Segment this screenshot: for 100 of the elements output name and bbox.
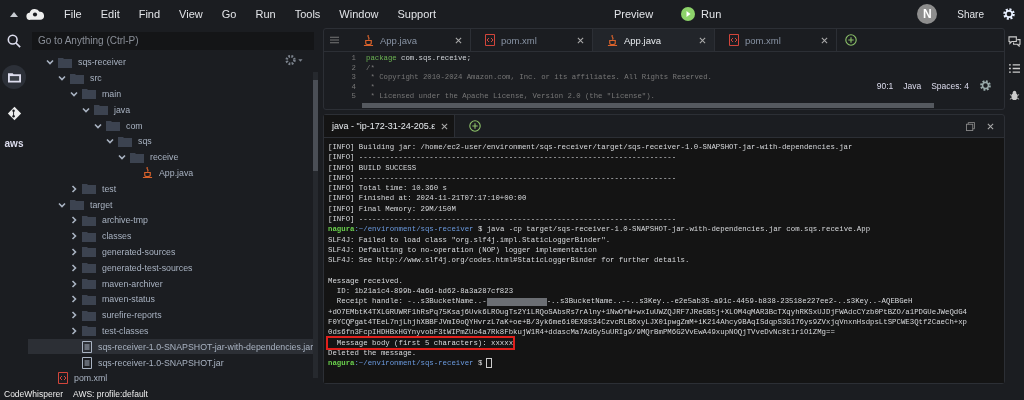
tree-item[interactable]: target xyxy=(28,197,309,213)
document-icon xyxy=(82,356,92,369)
coffee-cup-icon xyxy=(363,34,374,46)
folder-icon xyxy=(82,309,96,321)
folder-icon xyxy=(106,120,120,132)
menu-item[interactable]: Edit xyxy=(100,8,120,20)
chevron-right-icon[interactable] xyxy=(70,326,78,335)
menu-item[interactable]: Go xyxy=(221,8,237,20)
menu-icon[interactable] xyxy=(330,36,339,44)
run-button[interactable]: Run xyxy=(681,7,722,21)
chevron-right-icon[interactable] xyxy=(70,232,78,241)
chat-icon[interactable] xyxy=(1008,36,1021,47)
editor-tab[interactable]: App.java xyxy=(593,29,715,51)
folder-icon xyxy=(58,56,72,68)
play-icon xyxy=(681,7,696,21)
editor-tab[interactable]: App.java xyxy=(349,29,471,51)
folder-icon xyxy=(82,278,96,290)
settings-icon[interactable] xyxy=(979,79,992,92)
chevron-right-icon[interactable] xyxy=(70,247,78,256)
chevron-right-icon[interactable] xyxy=(70,311,78,320)
close-icon[interactable] xyxy=(699,36,706,44)
caret-up-icon[interactable] xyxy=(10,11,18,17)
close-icon[interactable] xyxy=(577,36,584,44)
bug-icon[interactable] xyxy=(1009,90,1020,101)
chevron-right-icon[interactable] xyxy=(70,216,78,225)
close-icon[interactable] xyxy=(821,36,828,44)
restore-window-icon[interactable] xyxy=(966,121,975,131)
tree-item[interactable]: receive xyxy=(28,149,309,165)
menu-item[interactable]: Tools xyxy=(294,8,321,20)
editor-tab[interactable]: pom.xml xyxy=(715,29,837,51)
chevron-down-icon[interactable] xyxy=(82,105,90,114)
add-tab-icon[interactable] xyxy=(469,120,482,132)
close-icon[interactable] xyxy=(455,36,462,44)
folder-icon xyxy=(82,293,96,305)
search-field[interactable]: Go to Anything (Ctrl-P) xyxy=(32,31,314,50)
list-icon[interactable] xyxy=(1008,63,1021,74)
tree-item[interactable]: test xyxy=(28,181,309,197)
chevron-right-icon[interactable] xyxy=(70,263,78,272)
tree-item[interactable]: generated-test-sources xyxy=(28,260,309,276)
tree-item[interactable]: classes xyxy=(28,228,309,244)
redaction-block xyxy=(486,297,547,306)
close-icon[interactable] xyxy=(987,122,994,130)
folder-icon xyxy=(82,230,96,242)
menu-item[interactable]: Window xyxy=(339,8,379,20)
add-tab-icon[interactable] xyxy=(845,34,857,46)
menu-item[interactable]: Support xyxy=(397,8,436,20)
menu-item[interactable]: View xyxy=(179,8,203,20)
status-item[interactable]: CodeWhisperer xyxy=(4,389,64,399)
tree-item[interactable]: com xyxy=(28,118,309,134)
tree-item[interactable]: maven-archiver xyxy=(28,276,309,292)
tree-item[interactable]: pom.xml xyxy=(28,370,309,386)
code-file-icon xyxy=(485,34,495,46)
folder-icon xyxy=(70,72,84,84)
text-cursor xyxy=(486,358,493,369)
chevron-right-icon[interactable] xyxy=(70,184,78,193)
tree-item[interactable]: sqs-receiver xyxy=(28,54,309,70)
share-button[interactable]: Share xyxy=(957,8,984,20)
coffee-cup-icon xyxy=(607,34,618,46)
tree-item[interactable]: test-classes xyxy=(28,323,309,339)
cloud-logo-icon[interactable] xyxy=(26,8,44,20)
chevron-right-icon[interactable] xyxy=(70,279,78,288)
language-mode[interactable]: Java xyxy=(903,80,922,91)
menu-item[interactable]: Find xyxy=(138,8,161,20)
tree-item[interactable]: src xyxy=(28,70,309,86)
chevron-down-icon[interactable] xyxy=(58,200,66,209)
folder-icon xyxy=(82,214,96,226)
status-item[interactable]: AWS: profile:default xyxy=(73,389,148,399)
search-icon[interactable] xyxy=(7,34,21,48)
indent-setting[interactable]: Spaces: 4 xyxy=(931,80,969,91)
tree-item[interactable]: sqs-receiver-1.0-SNAPSHOT-jar-with-dependencies.jar xyxy=(28,339,314,355)
chevron-down-icon[interactable] xyxy=(46,58,54,67)
close-icon[interactable] xyxy=(441,122,449,130)
tree-item[interactable]: surefire-reports xyxy=(28,307,309,323)
folder-icon[interactable] xyxy=(2,65,26,89)
scrollbar[interactable] xyxy=(362,103,934,108)
tree-item[interactable]: generated-sources xyxy=(28,244,309,260)
folder-icon xyxy=(82,325,96,337)
chevron-down-icon[interactable] xyxy=(70,90,78,98)
tree-item[interactable]: sqs-receiver-1.0-SNAPSHOT.jar xyxy=(28,355,309,371)
menu-item[interactable]: Run xyxy=(255,8,276,20)
tree-item[interactable]: archive-tmp xyxy=(28,212,309,228)
aws-logo[interactable]: aws xyxy=(4,138,24,150)
code-file-icon xyxy=(729,34,739,46)
tree-item[interactable]: maven-status xyxy=(28,291,309,307)
menu-item[interactable]: File xyxy=(64,8,82,20)
terminal-tab[interactable]: java - "ip-172-31-24-205.ε xyxy=(324,115,456,137)
chevron-down-icon[interactable] xyxy=(58,74,66,83)
tree-item[interactable]: java xyxy=(28,102,309,118)
preview-menu[interactable]: Preview xyxy=(614,8,654,20)
chevron-right-icon[interactable] xyxy=(70,295,78,304)
code-file-icon xyxy=(58,372,68,385)
tree-item[interactable]: sqs xyxy=(28,133,309,149)
cursor-position[interactable]: 90:1 xyxy=(876,80,894,91)
chevron-down-icon[interactable] xyxy=(106,137,114,146)
tree-item[interactable]: main xyxy=(28,86,309,102)
tree-item[interactable]: App.java xyxy=(28,165,309,181)
scrollbar[interactable] xyxy=(313,71,318,378)
folder-icon xyxy=(94,104,108,116)
chevron-down-icon[interactable] xyxy=(94,121,102,130)
chevron-down-icon[interactable] xyxy=(118,153,126,162)
